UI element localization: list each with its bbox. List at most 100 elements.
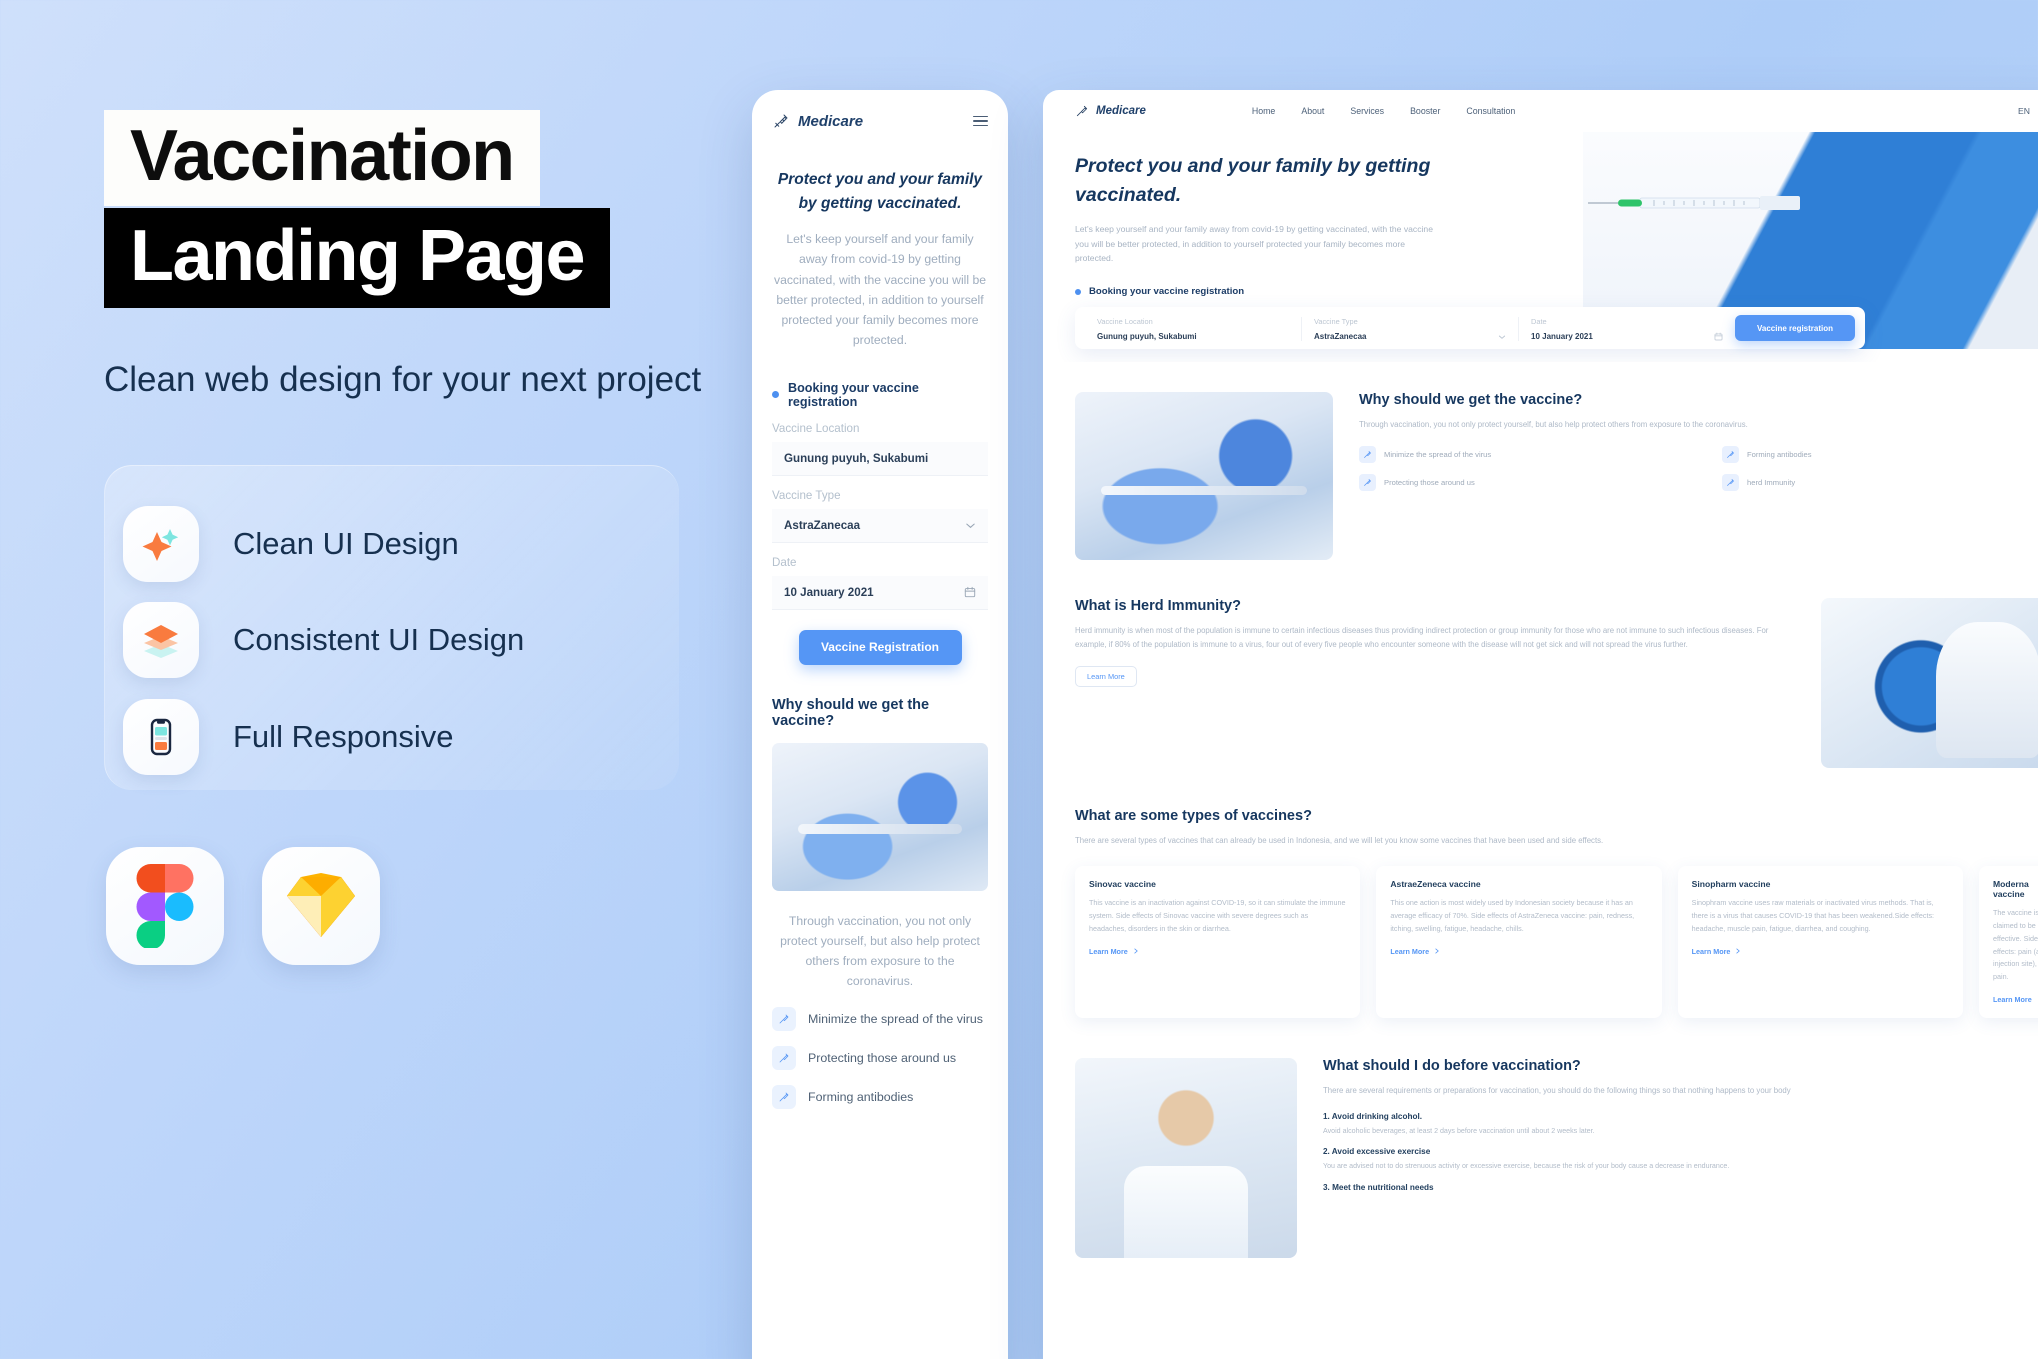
card-learn-more-link[interactable]: Learn More bbox=[1993, 995, 2038, 1004]
vaccine-type-select[interactable]: AstraZanecaa bbox=[772, 508, 988, 543]
nav-link-consultation[interactable]: Consultation bbox=[1466, 106, 1515, 116]
sketch-logo bbox=[262, 847, 380, 965]
title-line-one: Vaccination bbox=[104, 110, 540, 206]
card-link-label: Learn More bbox=[1992, 995, 2032, 1005]
desktop-brand-name: Medicare bbox=[1096, 105, 1146, 117]
vaccine-card[interactable]: Moderna vaccine The vaccine is claimed t… bbox=[1978, 866, 2038, 1019]
nav-link-home[interactable]: Home bbox=[1252, 106, 1275, 116]
desktop-field-date[interactable]: Date 10 January 2021 bbox=[1519, 317, 1735, 341]
card-title: Sinovac vaccine bbox=[1089, 879, 1156, 890]
desktop-brand[interactable]: Medicare bbox=[1075, 104, 1146, 118]
mobile-field-type: Vaccine Type AstraZanecaa bbox=[772, 489, 988, 543]
nav-link-booster[interactable]: Booster bbox=[1410, 106, 1440, 116]
card-title: AstraeZeneca vaccine bbox=[1390, 879, 1481, 890]
card-link-label: Learn More bbox=[1390, 946, 1430, 956]
before-step-item: 2. Avoid excessive exercise You are advi… bbox=[1323, 1147, 2038, 1172]
calendar-icon bbox=[1714, 332, 1723, 341]
field-label: Vaccine Type bbox=[772, 488, 841, 502]
vaccine-card[interactable]: Sinopharm vaccine Sinophram vaccine uses… bbox=[1677, 866, 1963, 1019]
card-body: This vaccine is an inactivation against … bbox=[1089, 898, 1346, 933]
mobile-navbar: Medicare bbox=[772, 112, 988, 130]
types-heading: What are some types of vaccines? bbox=[1075, 808, 1312, 824]
field-value-row: AstraZanecaa bbox=[1314, 332, 1506, 341]
desktop-booking-heading-label: Booking your vaccine registration bbox=[1089, 286, 1245, 298]
feature-item-responsive: Full Responsive bbox=[123, 699, 454, 775]
mobile-field-date: Date 10 January 2021 bbox=[772, 556, 988, 610]
check-label: herd Immunity bbox=[1747, 478, 1796, 488]
mobile-benefit-item: Minimize the spread of the virus bbox=[772, 1006, 988, 1031]
benefit-label: Forming antibodies bbox=[808, 1089, 914, 1104]
herd-learn-more-button[interactable]: Learn More bbox=[1075, 666, 1137, 688]
check-item: herd Immunity bbox=[1722, 474, 2038, 492]
desktop-hero: Protect you and your family by getting v… bbox=[1043, 132, 2038, 362]
field-value-row: 10 January 2021 bbox=[1531, 332, 1723, 341]
field-value: 10 January 2021 bbox=[1531, 332, 1593, 342]
before-steps-list: 1. Avoid drinking alcohol. Avoid alcohol… bbox=[1323, 1112, 2038, 1191]
step-title: 3. Meet the nutritional needs bbox=[1323, 1182, 1434, 1192]
card-learn-more-link[interactable]: Learn More bbox=[1089, 947, 1346, 956]
field-label: Vaccine Type bbox=[1314, 317, 1358, 327]
check-label: Forming antibodies bbox=[1747, 450, 1812, 460]
promo-panel: Vaccination Landing Page Clean web desig… bbox=[104, 110, 724, 406]
desktop-booking-heading: Booking your vaccine registration bbox=[1075, 286, 2038, 297]
benefit-label: Protecting those around us bbox=[808, 1050, 957, 1065]
promo-subtitle: Clean web design for your next project bbox=[104, 360, 702, 399]
calendar-icon bbox=[964, 586, 976, 598]
field-label: Date bbox=[772, 555, 797, 569]
step-body: Avoid alcoholic beverages, at least 2 da… bbox=[1323, 1127, 1595, 1136]
syringe-chip-icon bbox=[772, 1006, 796, 1031]
navbar-right: EN bbox=[2018, 105, 2038, 117]
chevron-right-icon bbox=[1134, 948, 1138, 954]
syringe-chip-icon bbox=[1722, 446, 1739, 464]
desktop-booking-form: Vaccine Location Gunung puyuh, Sukabumi … bbox=[1075, 307, 1865, 350]
before-step-item: 3. Meet the nutritional needs bbox=[1323, 1183, 2038, 1192]
why-body: Through vaccination, you not only protec… bbox=[1359, 420, 1748, 429]
nav-link-about[interactable]: About bbox=[1301, 106, 1324, 116]
layers-icon bbox=[123, 602, 199, 678]
herd-immunity-section: What is Herd Immunity? Herd immunity is … bbox=[1075, 598, 2038, 768]
bullet-dot-icon bbox=[1075, 288, 1081, 295]
check-label: Minimize the spread of the virus bbox=[1384, 450, 1492, 460]
hamburger-menu-icon[interactable] bbox=[973, 115, 988, 127]
mobile-why-heading: Why should we get the vaccine? bbox=[772, 696, 930, 729]
mobile-why-caption: Through vaccination, you not only protec… bbox=[780, 913, 980, 989]
card-body: The vaccine is claimed to be effective. … bbox=[1992, 908, 2038, 982]
card-learn-more-link[interactable]: Learn More bbox=[1390, 947, 1647, 956]
feature-label: Consistent UI Design bbox=[233, 622, 525, 657]
mobile-brand[interactable]: Medicare bbox=[772, 112, 863, 130]
benefit-label: Minimize the spread of the virus bbox=[808, 1011, 983, 1026]
chevron-right-icon bbox=[1736, 948, 1741, 954]
syringe-chip-icon bbox=[1722, 474, 1739, 492]
language-selector-label[interactable]: EN bbox=[2018, 106, 2030, 116]
female-doctor-photo bbox=[1075, 1058, 1297, 1259]
desktop-field-location[interactable]: Vaccine Location Gunung puyuh, Sukabumi bbox=[1085, 317, 1302, 342]
card-learn-more-link[interactable]: Learn More bbox=[1692, 947, 1949, 956]
card-title: Moderna vaccine bbox=[1992, 879, 2029, 900]
mobile-vaccine-photo bbox=[772, 742, 988, 891]
field-value: AstraZanecaa bbox=[784, 518, 861, 532]
check-label: Protecting those around us bbox=[1384, 478, 1475, 488]
mobile-booking-heading: Booking your vaccine registration bbox=[772, 381, 988, 409]
feature-item-consistent-ui: Consistent UI Design bbox=[123, 602, 524, 678]
vaccine-card[interactable]: AstraeZeneca vaccine This one action is … bbox=[1376, 866, 1662, 1019]
desktop-vaccine-registration-button[interactable]: Vaccine registration bbox=[1735, 315, 1855, 342]
bullet-dot-icon bbox=[772, 391, 779, 399]
vaccine-location-input[interactable]: Gunung puyuh, Sukabumi bbox=[772, 441, 988, 476]
mobile-brand-name: Medicare bbox=[798, 112, 864, 130]
mobile-field-location: Vaccine Location Gunung puyuh, Sukabumi bbox=[772, 422, 988, 476]
field-value: AstraZanecaa bbox=[1314, 332, 1367, 342]
desktop-hero-body: Let's keep yourself and your family away… bbox=[1075, 223, 1433, 264]
step-title: 2. Avoid excessive exercise bbox=[1323, 1147, 1431, 1157]
nav-link-services[interactable]: Services bbox=[1350, 106, 1384, 116]
card-link-label: Learn More bbox=[1089, 946, 1128, 956]
tool-logos bbox=[106, 847, 380, 965]
vaccine-card[interactable]: Sinovac vaccine This vaccine is an inact… bbox=[1075, 866, 1361, 1019]
mobile-booking-heading-label: Booking your vaccine registration bbox=[788, 380, 919, 409]
desktop-field-type[interactable]: Vaccine Type AstraZanecaa bbox=[1302, 317, 1519, 342]
before-vaccination-section: What should I do before vaccination? The… bbox=[1075, 1058, 2038, 1288]
vaccine-date-input[interactable]: 10 January 2021 bbox=[772, 575, 988, 610]
why-vaccine-section: Why should we get the vaccine? Through v… bbox=[1075, 392, 2038, 560]
doctor-globe-photo bbox=[1821, 598, 2038, 768]
vaccine-preparation-photo bbox=[1075, 392, 1333, 560]
mobile-vaccine-registration-button[interactable]: Vaccine Registration bbox=[798, 629, 962, 665]
